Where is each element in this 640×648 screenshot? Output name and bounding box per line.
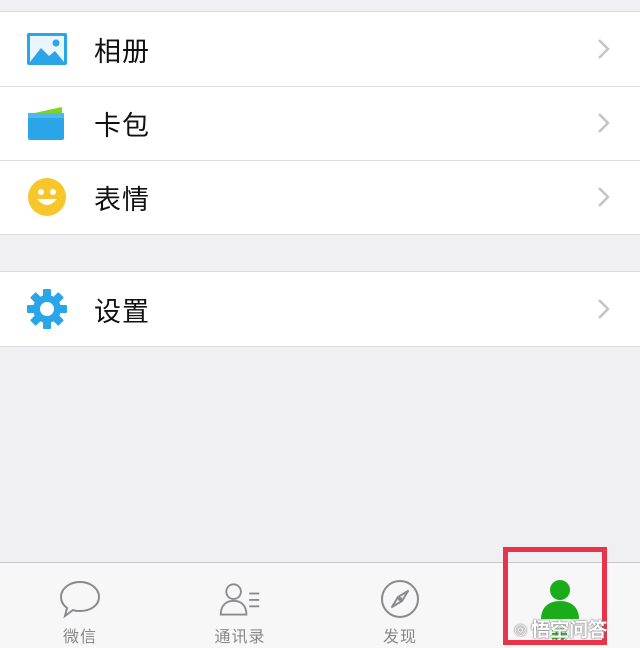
- watermark: ◎ 悟空问答: [514, 615, 607, 642]
- chevron-right-icon: [598, 187, 610, 207]
- menu-item-card-wallet[interactable]: 卡包: [0, 86, 640, 160]
- tab-chats[interactable]: 微信: [0, 563, 160, 648]
- menu-item-label: 卡包: [94, 110, 150, 142]
- chat-bubble-icon: [58, 577, 102, 621]
- watermark-text: 悟空问答: [531, 619, 608, 641]
- tab-label: 微信: [62, 627, 97, 646]
- menu-item-settings[interactable]: 设置: [0, 272, 640, 346]
- menu-group-1: 相册 卡包 表情: [0, 11, 640, 235]
- contacts-icon: [218, 577, 262, 621]
- menu-item-label: 表情: [94, 184, 150, 216]
- tab-label: 发现: [382, 627, 417, 646]
- menu-item-label: 设置: [94, 296, 150, 328]
- photo-album-icon: [24, 26, 70, 72]
- watermark-logo-icon: ◎: [514, 619, 528, 638]
- menu-group-2: 设置: [0, 271, 640, 347]
- gear-icon: [24, 286, 70, 332]
- chevron-right-icon: [598, 39, 610, 59]
- menu-item-label: 相册: [94, 36, 150, 68]
- card-wallet-icon: [24, 100, 70, 146]
- tab-contacts[interactable]: 通讯录: [160, 563, 320, 648]
- chevron-right-icon: [598, 299, 610, 319]
- tab-label: 通讯录: [214, 627, 266, 646]
- menu-item-stickers[interactable]: 表情: [0, 160, 640, 234]
- compass-icon: [378, 577, 422, 621]
- menu-item-album[interactable]: 相册: [0, 12, 640, 86]
- smiley-face-icon: [24, 174, 70, 220]
- tab-discover[interactable]: 发现: [320, 563, 480, 648]
- chevron-right-icon: [598, 113, 610, 133]
